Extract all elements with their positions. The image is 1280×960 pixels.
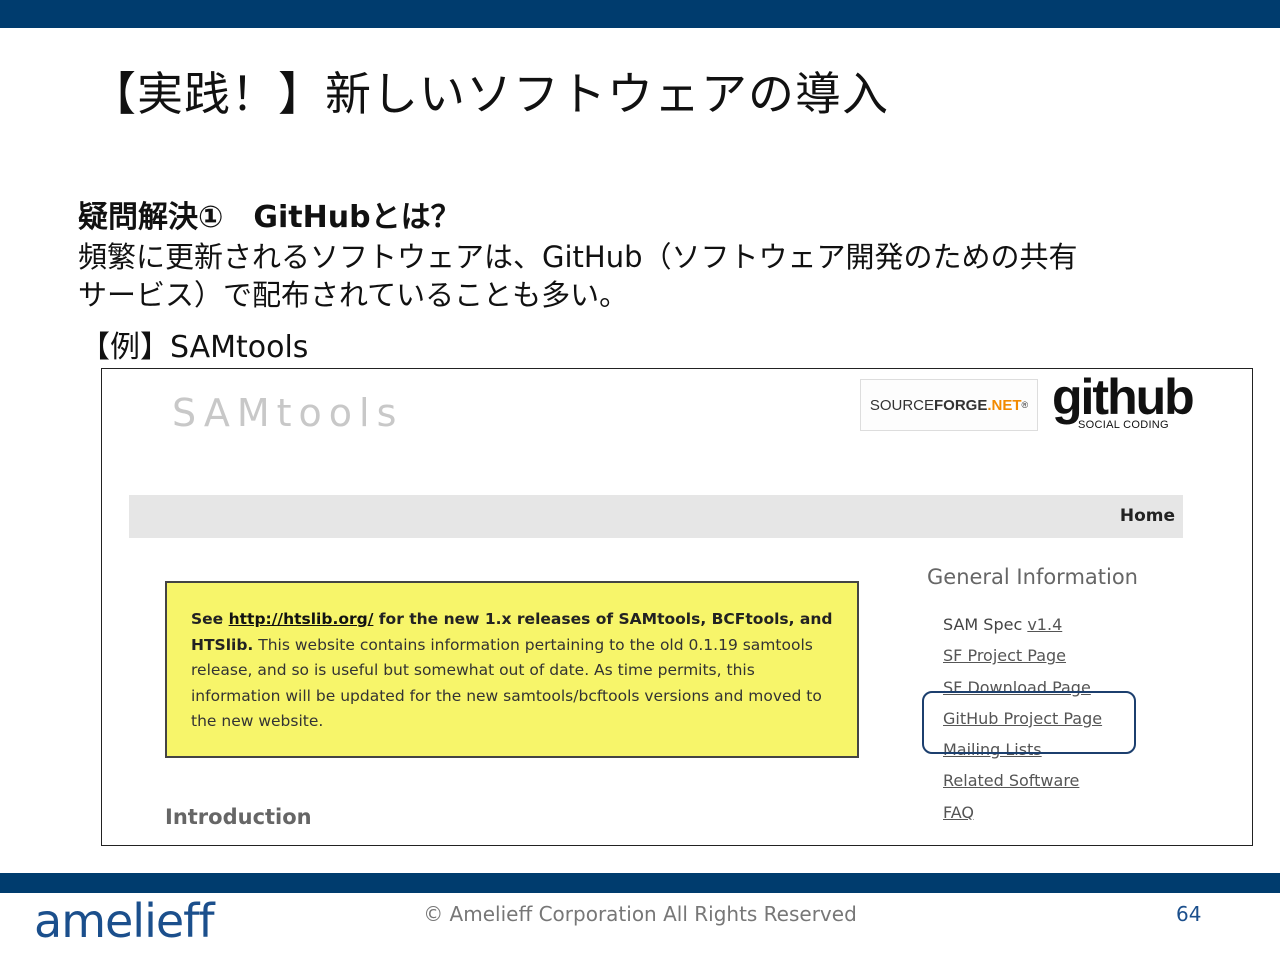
page-number: 64 xyxy=(1176,902,1202,926)
notice-see: See xyxy=(191,610,229,628)
github-logo-sub: SOCIAL CODING xyxy=(1078,419,1169,431)
sam-spec-version-link[interactable]: v1.4 xyxy=(1027,615,1062,634)
samtools-website-screenshot: SAMtools SOURCE FORGE .NET ® github SOCIAL … xyxy=(101,368,1253,846)
example-label: 【例】SAMtools xyxy=(80,330,309,365)
body-line-2: サービス）で配布されていることも多い。 xyxy=(78,278,629,312)
sourceforge-mark: ® xyxy=(1021,400,1029,410)
sourceforge-part1: SOURCE xyxy=(869,396,935,414)
sourceforge-logo[interactable]: SOURCE FORGE .NET ® xyxy=(860,379,1038,431)
github-link-highlight xyxy=(922,691,1136,754)
sidebar-item-sam-spec: SAM Spec v1.4 xyxy=(943,613,1102,644)
copyright-text: © Amelieff Corporation All Rights Reserv… xyxy=(0,902,1280,926)
top-bar xyxy=(0,0,1280,28)
notice-box: See http://htslib.org/ for the new 1.x r… xyxy=(165,581,859,758)
copyright-label: © Amelieff Corporation All Rights Reserv… xyxy=(423,902,857,926)
slide-title: 【実践！】新しいソフトウェアの導入 xyxy=(90,67,889,121)
sourceforge-part2: FORGE xyxy=(934,396,988,414)
body-line-1: 頻繁に更新されるソフトウェアは、GitHub（ソフトウェア開発のための共有 xyxy=(78,240,1078,274)
sidebar-item-faq[interactable]: FAQ xyxy=(943,801,1102,832)
sf-project-page-link[interactable]: SF Project Page xyxy=(943,646,1066,665)
sidebar-item-sf-project[interactable]: SF Project Page xyxy=(943,644,1102,675)
bottom-bar xyxy=(0,873,1280,893)
samtools-logo: SAMtools xyxy=(172,391,404,435)
general-information-heading: General Information xyxy=(927,565,1138,589)
github-logo-main: github xyxy=(1052,369,1195,425)
section-heading: 疑問解決① GitHubとは？ xyxy=(78,200,461,235)
nav-bar: Home xyxy=(129,495,1183,538)
nav-home-link[interactable]: Home xyxy=(1120,506,1175,526)
body-text: 頻繁に更新されるソフトウェアは、GitHub（ソフトウェア開発のための共有 サー… xyxy=(78,238,1218,314)
faq-link[interactable]: FAQ xyxy=(943,803,974,822)
notice-text: This website contains information pertai… xyxy=(191,635,822,731)
github-logo[interactable]: github SOCIAL CODING xyxy=(1052,369,1195,441)
htslib-link[interactable]: http://htslib.org/ xyxy=(229,610,374,628)
introduction-heading: Introduction xyxy=(165,805,312,829)
sourceforge-part3: .NET xyxy=(987,396,1022,414)
sam-spec-label: SAM Spec xyxy=(943,615,1028,634)
sidebar-item-related-software[interactable]: Related Software xyxy=(943,769,1102,800)
related-software-link[interactable]: Related Software xyxy=(943,771,1079,790)
